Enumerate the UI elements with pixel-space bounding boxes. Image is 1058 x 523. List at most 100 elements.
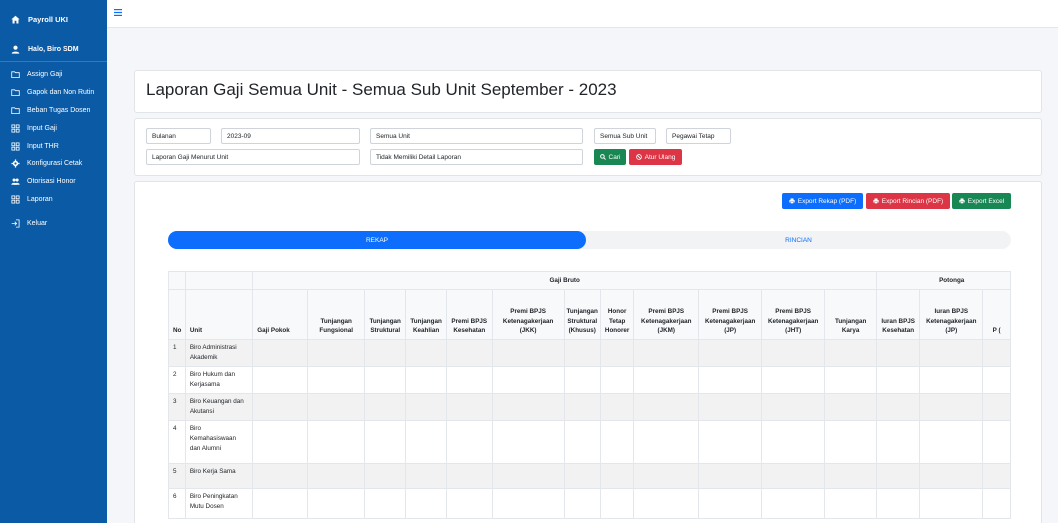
page-title: Laporan Gaji Semua Unit - Semua Sub Unit…: [146, 80, 617, 99]
detail-select[interactable]: Tidak Memiliki Detail Laporan: [370, 149, 583, 165]
table-cell: [445, 463, 493, 489]
report-type-select[interactable]: Laporan Gaji Menurut Unit: [146, 149, 360, 165]
table-cell: [698, 393, 763, 421]
table-cell: [563, 463, 601, 489]
sidebar-item-input-thr[interactable]: Input THR: [0, 137, 107, 155]
table-cell: [876, 339, 921, 367]
print-icon: [789, 198, 795, 204]
ban-icon: [635, 154, 642, 160]
table-cell: [824, 339, 878, 367]
table-cell: [599, 339, 635, 367]
table-cell: [364, 393, 407, 421]
sidebar-item-otorisasi-honor[interactable]: Otorisasi Honor: [0, 173, 107, 191]
export-rincian-label: Export Rincian (PDF): [881, 197, 944, 205]
table-cell: [919, 488, 984, 519]
sidebar-item-konfigurasi-cetak[interactable]: Konfigurasi Cetak: [0, 155, 107, 173]
table-cell: [364, 339, 407, 367]
table-cell: [445, 366, 493, 394]
reset-button[interactable]: Atur Ulang: [629, 149, 682, 165]
sidebar-item-keluar[interactable]: Keluar: [0, 214, 107, 232]
tab-rincian[interactable]: RINCIAN: [586, 231, 1011, 249]
col-header: Gaji Pokok: [252, 289, 309, 340]
sidebar-item-label: Input THR: [27, 142, 59, 150]
row-unit: Biro Peningkatan Mutu Dosen: [184, 488, 254, 519]
table-cell: [307, 366, 366, 394]
table-cell: [445, 420, 493, 464]
sidebar-item-label: Konfigurasi Cetak: [27, 160, 83, 168]
export-rekap-label: Export Rekap (PDF): [797, 197, 857, 205]
export-rekap-pdf-button[interactable]: Export Rekap (PDF): [782, 193, 863, 209]
table-cell: [599, 488, 635, 519]
home-icon: [11, 15, 20, 23]
table-cell: [405, 366, 447, 394]
period-input[interactable]: 2023-09: [221, 128, 360, 144]
export-excel-label: Export Excel: [967, 197, 1005, 205]
menu-toggle-icon[interactable]: [114, 9, 122, 16]
table-cell: [252, 463, 309, 489]
table-cell: [919, 393, 984, 421]
sidebar-item-beban-tugas[interactable]: Beban Tugas Dosen: [0, 102, 107, 120]
table-cell: [599, 463, 635, 489]
sub-unit-select[interactable]: Semua Sub Unit: [594, 128, 656, 144]
row-no: 5: [168, 463, 186, 489]
brand-title: Payroll UKI: [28, 14, 69, 24]
sidebar-item-input-gaji[interactable]: Input Gaji: [0, 119, 107, 137]
group-potongan: Potonga: [876, 271, 1011, 290]
table-cell: [252, 488, 309, 519]
table-cell: [824, 463, 878, 489]
table-cell: [599, 393, 635, 421]
table-cell: [307, 339, 366, 367]
report-table-container[interactable]: Gaji Bruto Potonga No Unit Gaji Pokok Tu…: [168, 271, 1011, 523]
tab-rekap[interactable]: REKAP: [168, 231, 586, 249]
col-header: Tunjangan Keahlian: [405, 289, 447, 340]
table-cell: [698, 339, 763, 367]
employee-type-select[interactable]: Pegawai Tetap: [666, 128, 731, 144]
table-cell: [491, 420, 565, 464]
col-header: Premi BPJS Ketenagakerjaan (JHT): [761, 289, 826, 340]
col-header: Iuran BPJS Kesehatan: [876, 289, 921, 340]
table-cell: [252, 420, 309, 464]
table-cell: [919, 420, 984, 464]
user-panel[interactable]: Halo, Biro SDM: [0, 38, 107, 62]
table-cell: [761, 420, 826, 464]
unit-select[interactable]: Semua Unit: [370, 128, 583, 144]
title-card: Laporan Gaji Semua Unit - Semua Sub Unit…: [134, 70, 1042, 113]
period-type-select[interactable]: Bulanan: [146, 128, 211, 144]
table-cell: [824, 420, 878, 464]
brand-link[interactable]: Payroll UKI: [0, 0, 107, 38]
table-cell: [824, 488, 878, 519]
sidebar-item-laporan[interactable]: Laporan: [0, 191, 107, 209]
gear-icon: [11, 159, 20, 168]
table-cell: [599, 366, 635, 394]
table-row: 3 Biro Keuangan dan Akutansi: [168, 393, 1011, 421]
print-icon: [873, 198, 879, 204]
top-navbar: [107, 0, 1058, 28]
report-card: Export Rekap (PDF) Export Rincian (PDF) …: [134, 181, 1042, 523]
sign-out-icon: [11, 219, 20, 228]
table-cell: [876, 463, 921, 489]
table-cell: [599, 420, 635, 464]
search-button-label: Cari: [608, 153, 621, 161]
col-header: P (: [982, 289, 1011, 340]
table-cell: [761, 488, 826, 519]
sidebar-item-label: Input Gaji: [27, 124, 57, 132]
table-cell: [491, 393, 565, 421]
sidebar-item-assign-gaji[interactable]: Assign Gaji: [0, 66, 107, 84]
table-cell: [491, 366, 565, 394]
col-header: Iuran BPJS Ketenagakerjaan (JP): [919, 289, 984, 340]
table-cell: [761, 393, 826, 421]
table-cell: [698, 463, 763, 489]
row-no: 2: [168, 366, 186, 394]
table-cell: [563, 339, 601, 367]
table-cell: [982, 339, 1011, 367]
export-rincian-pdf-button[interactable]: Export Rincian (PDF): [866, 193, 950, 209]
export-excel-button[interactable]: Export Excel: [952, 193, 1011, 209]
col-header: Tunjangan Fungsional: [307, 289, 366, 340]
table-cell: [491, 488, 565, 519]
folder-icon: [11, 71, 20, 79]
table-cell: [252, 393, 309, 421]
sidebar-item-label: Laporan: [27, 195, 53, 203]
table-cell: [633, 339, 700, 367]
search-button[interactable]: Cari: [594, 149, 626, 165]
sidebar-item-gapok[interactable]: Gapok dan Non Rutin: [0, 84, 107, 102]
